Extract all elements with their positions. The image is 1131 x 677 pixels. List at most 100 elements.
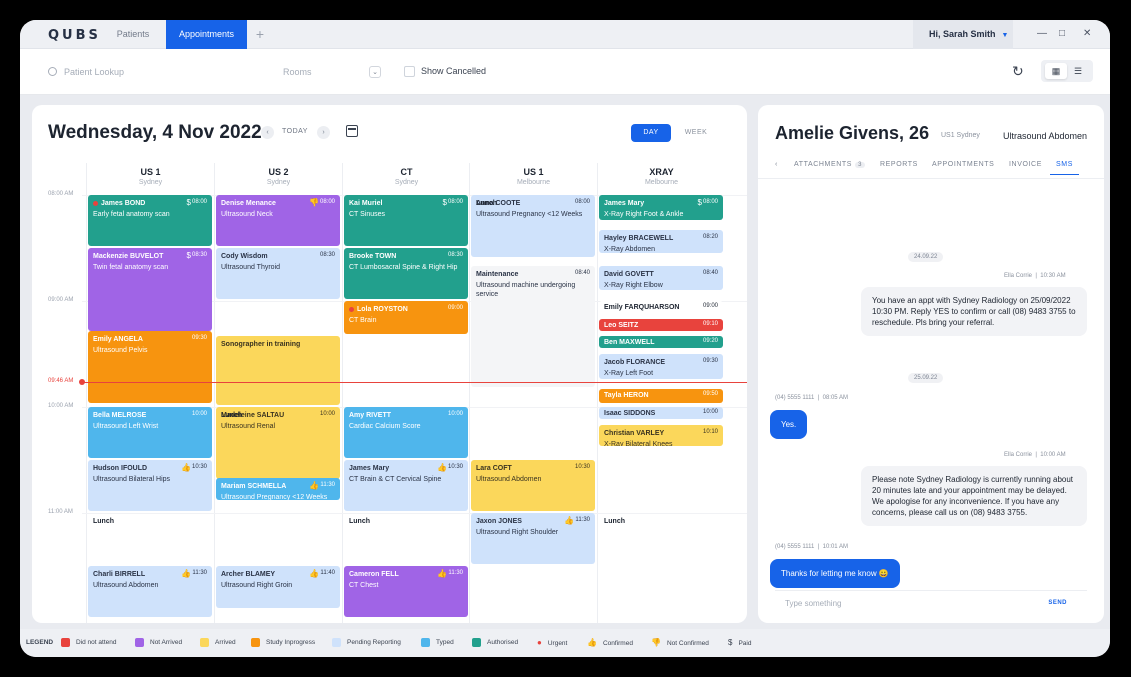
appointment-card[interactable]: Maintenance Ultrasound machine undergoing… <box>471 265 595 388</box>
refresh-icon[interactable]: ↻ <box>1012 63 1024 80</box>
legend-title: LEGEND <box>26 639 54 646</box>
patient-name-text: James Mary <box>604 200 645 207</box>
tab-appointments[interactable]: Appointments <box>166 20 247 49</box>
tab-attachments[interactable]: ATTACHMENTS 3 <box>794 161 865 168</box>
tab-appointments[interactable]: APPOINTMENTS <box>932 161 994 168</box>
patient-name: Tayla HERON <box>604 391 718 400</box>
message-time: 10:00 AM <box>1040 452 1066 458</box>
message-time: 10:30 AM <box>1040 273 1066 279</box>
appointment-card[interactable]: Emily ANGELA Ultrasound Pelvis 09:30 <box>88 331 212 404</box>
exam-description: CT Brain & CT Cervical Spine <box>349 476 442 483</box>
appointment-card[interactable]: James Mary CT Brain & CT Cervical Spine 10… <box>344 460 468 511</box>
day-view-button[interactable]: DAY <box>631 124 671 142</box>
patient-name-text: Mackenzie BUVELOT <box>93 253 164 260</box>
appointment-card[interactable]: Sonographer in training <box>216 336 340 405</box>
appointment-card[interactable]: Christian VARLEY X-Ray Bilateral Knees 10:… <box>599 424 723 446</box>
dollar-icon: $ <box>186 251 191 260</box>
appointment-card[interactable]: Bella MELROSE Ultrasound Left Wrist 10:00 <box>88 407 212 458</box>
show-cancelled-toggle[interactable]: Show Cancelled <box>404 65 486 78</box>
add-tab-button[interactable]: + <box>250 20 270 49</box>
column-location: Melbourne <box>516 179 551 186</box>
today-button[interactable]: TODAY <box>282 128 308 135</box>
patient-name: Jacob FLORANCE <box>604 358 718 367</box>
legend-label: Pending Reporting <box>347 639 401 647</box>
exam-description: Ultrasound Right Shoulder <box>476 529 559 536</box>
rooms-select[interactable]: Rooms ⌄ <box>283 63 381 81</box>
appointment-card[interactable]: Isaac SIDDONS 10:00 <box>599 407 723 420</box>
message-meta: (04) 5555 1111 | 08:05 AM <box>775 395 848 401</box>
appointment-card[interactable]: Leo SEITZ 09:10 <box>599 318 723 331</box>
appointment-card[interactable]: Hudson IFOULD Ultrasound Bilateral Hips 10… <box>88 460 212 511</box>
appointment-time: 09:00 <box>447 305 463 311</box>
thumbs-up-icon: 👍 <box>181 463 191 472</box>
prev-day-button[interactable]: ‹ <box>261 126 274 139</box>
appointment-card[interactable]: James Mary X-Ray Right Foot & Ankle 08:00 $ <box>599 195 723 220</box>
view-switcher: ▦ ☰ <box>1041 60 1093 82</box>
patient-name: David GOVETT <box>604 270 718 279</box>
appointment-card[interactable]: Denise Menance Ultrasound Neck 08:00 👎 <box>216 195 340 246</box>
appointment-card[interactable]: Amy RIVETT Cardiac Calcium Score 10:00 <box>344 407 468 458</box>
appointment-card[interactable]: David GOVETT X-Ray Right Elbow 08:40 <box>599 265 723 291</box>
appointment-card[interactable]: Mariam SCHMELLA Ultrasound Pregnancy <12 … <box>216 477 340 501</box>
appointment-card[interactable]: Ben MAXWELL 09:20 <box>599 336 723 349</box>
patient-name-text: Emily FARQUHARSON <box>604 304 680 311</box>
column-header: US 1 Sydney <box>86 163 214 191</box>
appointment-card[interactable]: Kai Muriel CT Sinuses 08:00 $ <box>344 195 468 246</box>
appointment-card[interactable]: Hayley BRACEWELL X-Ray Abdomen 08:20 <box>599 230 723 254</box>
patient-name: Christian VARLEY <box>604 429 718 438</box>
appointment-card[interactable]: Archer BLAMEY Ultrasound Right Groin 11:40… <box>216 566 340 609</box>
legend-item: Not Arrived <box>135 638 182 647</box>
user-menu[interactable]: Hi, Sarah Smith ▼ <box>913 20 1013 49</box>
tab-reports[interactable]: REPORTS <box>880 161 918 168</box>
exam-description: X-Ray Bilateral Knees <box>604 440 673 446</box>
thumbs-up-icon: 👍 <box>309 569 319 578</box>
next-day-button[interactable]: › <box>317 126 330 139</box>
search-input[interactable]: Patient Lookup <box>48 63 258 81</box>
patient-name: Amelie Givens, 26 <box>775 123 930 143</box>
message-input[interactable]: Type something <box>785 599 841 608</box>
appointment-card[interactable]: Lara COFT Ultrasound Abdomen 10:30 <box>471 460 595 511</box>
appointment-card[interactable]: Cody Wisdom Ultrasound Thyroid 08:30 <box>216 248 340 299</box>
patient-name-text: Denise Menance <box>221 200 276 207</box>
send-button[interactable]: SEND <box>1048 600 1067 606</box>
appointment-card[interactable]: Jaxon JONES Ultrasound Right Shoulder 11:3… <box>471 513 595 564</box>
show-cancelled-checkbox[interactable] <box>404 66 415 78</box>
calendar-picker-icon[interactable] <box>346 125 358 137</box>
column-room-name: CT <box>400 167 413 177</box>
tabs-back-icon[interactable]: ‹ <box>775 161 778 168</box>
tab-attachments-label: ATTACHMENTS <box>794 161 853 168</box>
date-divider: 25.09.22 <box>908 373 944 383</box>
search-icon <box>48 67 57 76</box>
message-sender: Ella Corrie <box>1004 273 1033 279</box>
message-meta: Ella Corrie | 10:00 AM <box>1004 452 1066 458</box>
appointment-card[interactable]: Tayla HERON 09:50 <box>599 389 723 404</box>
appointment-card[interactable]: Cameron FELL CT Chest 11:30 👍 <box>344 566 468 617</box>
appointment-card[interactable]: Charli BIRRELL Ultrasound Abdomen 11:30 👍 <box>88 566 212 617</box>
patient-panel: Amelie Givens, 26 US1 Sydney Ultrasound … <box>758 105 1104 623</box>
patient-name: Bella MELROSE <box>93 411 207 420</box>
close-button[interactable]: ✕ <box>1083 28 1091 39</box>
appointment-card[interactable]: James BOND Early fetal anatomy scan 08:00 $ <box>88 195 212 246</box>
appointment-card[interactable]: Mackenzie BUVELOT Twin fetal anatomy scan… <box>88 248 212 331</box>
appointment-card[interactable]: Lola ROYSTON CT Brain 09:00 <box>344 301 468 335</box>
patient-name-text: Lunch <box>221 412 242 419</box>
appointment-card[interactable]: Brooke TOWN CT Lumbosacral Spine & Right … <box>344 248 468 299</box>
list-view-icon[interactable]: ☰ <box>1067 63 1089 79</box>
tab-patients[interactable]: Patients <box>100 20 166 49</box>
calendar-view-icon[interactable]: ▦ <box>1045 63 1067 79</box>
maximize-button[interactable]: □ <box>1059 28 1065 39</box>
legend-label: Urgent <box>547 640 568 647</box>
thumbs-up-icon: 👍 <box>587 638 597 647</box>
legend-item: Authorised <box>472 638 518 647</box>
app-logo: QUBS <box>48 28 101 43</box>
week-view-button[interactable]: WEEK <box>676 124 716 142</box>
message-time: 08:05 AM <box>822 395 848 401</box>
tab-sms[interactable]: SMS <box>1050 161 1079 175</box>
patient-name: Lara COFT <box>476 464 590 473</box>
patient-name-text: Lunch <box>604 518 625 525</box>
minimize-button[interactable]: — <box>1037 28 1047 39</box>
appointment-card[interactable]: Jacob FLORANCE X-Ray Left Foot 09:30 <box>599 354 723 379</box>
appointment-card[interactable]: Emily FARQUHARSON 09:00 <box>599 301 723 317</box>
patient-name: Maintenance <box>476 270 590 279</box>
tab-invoice[interactable]: INVOICE <box>1009 161 1042 168</box>
